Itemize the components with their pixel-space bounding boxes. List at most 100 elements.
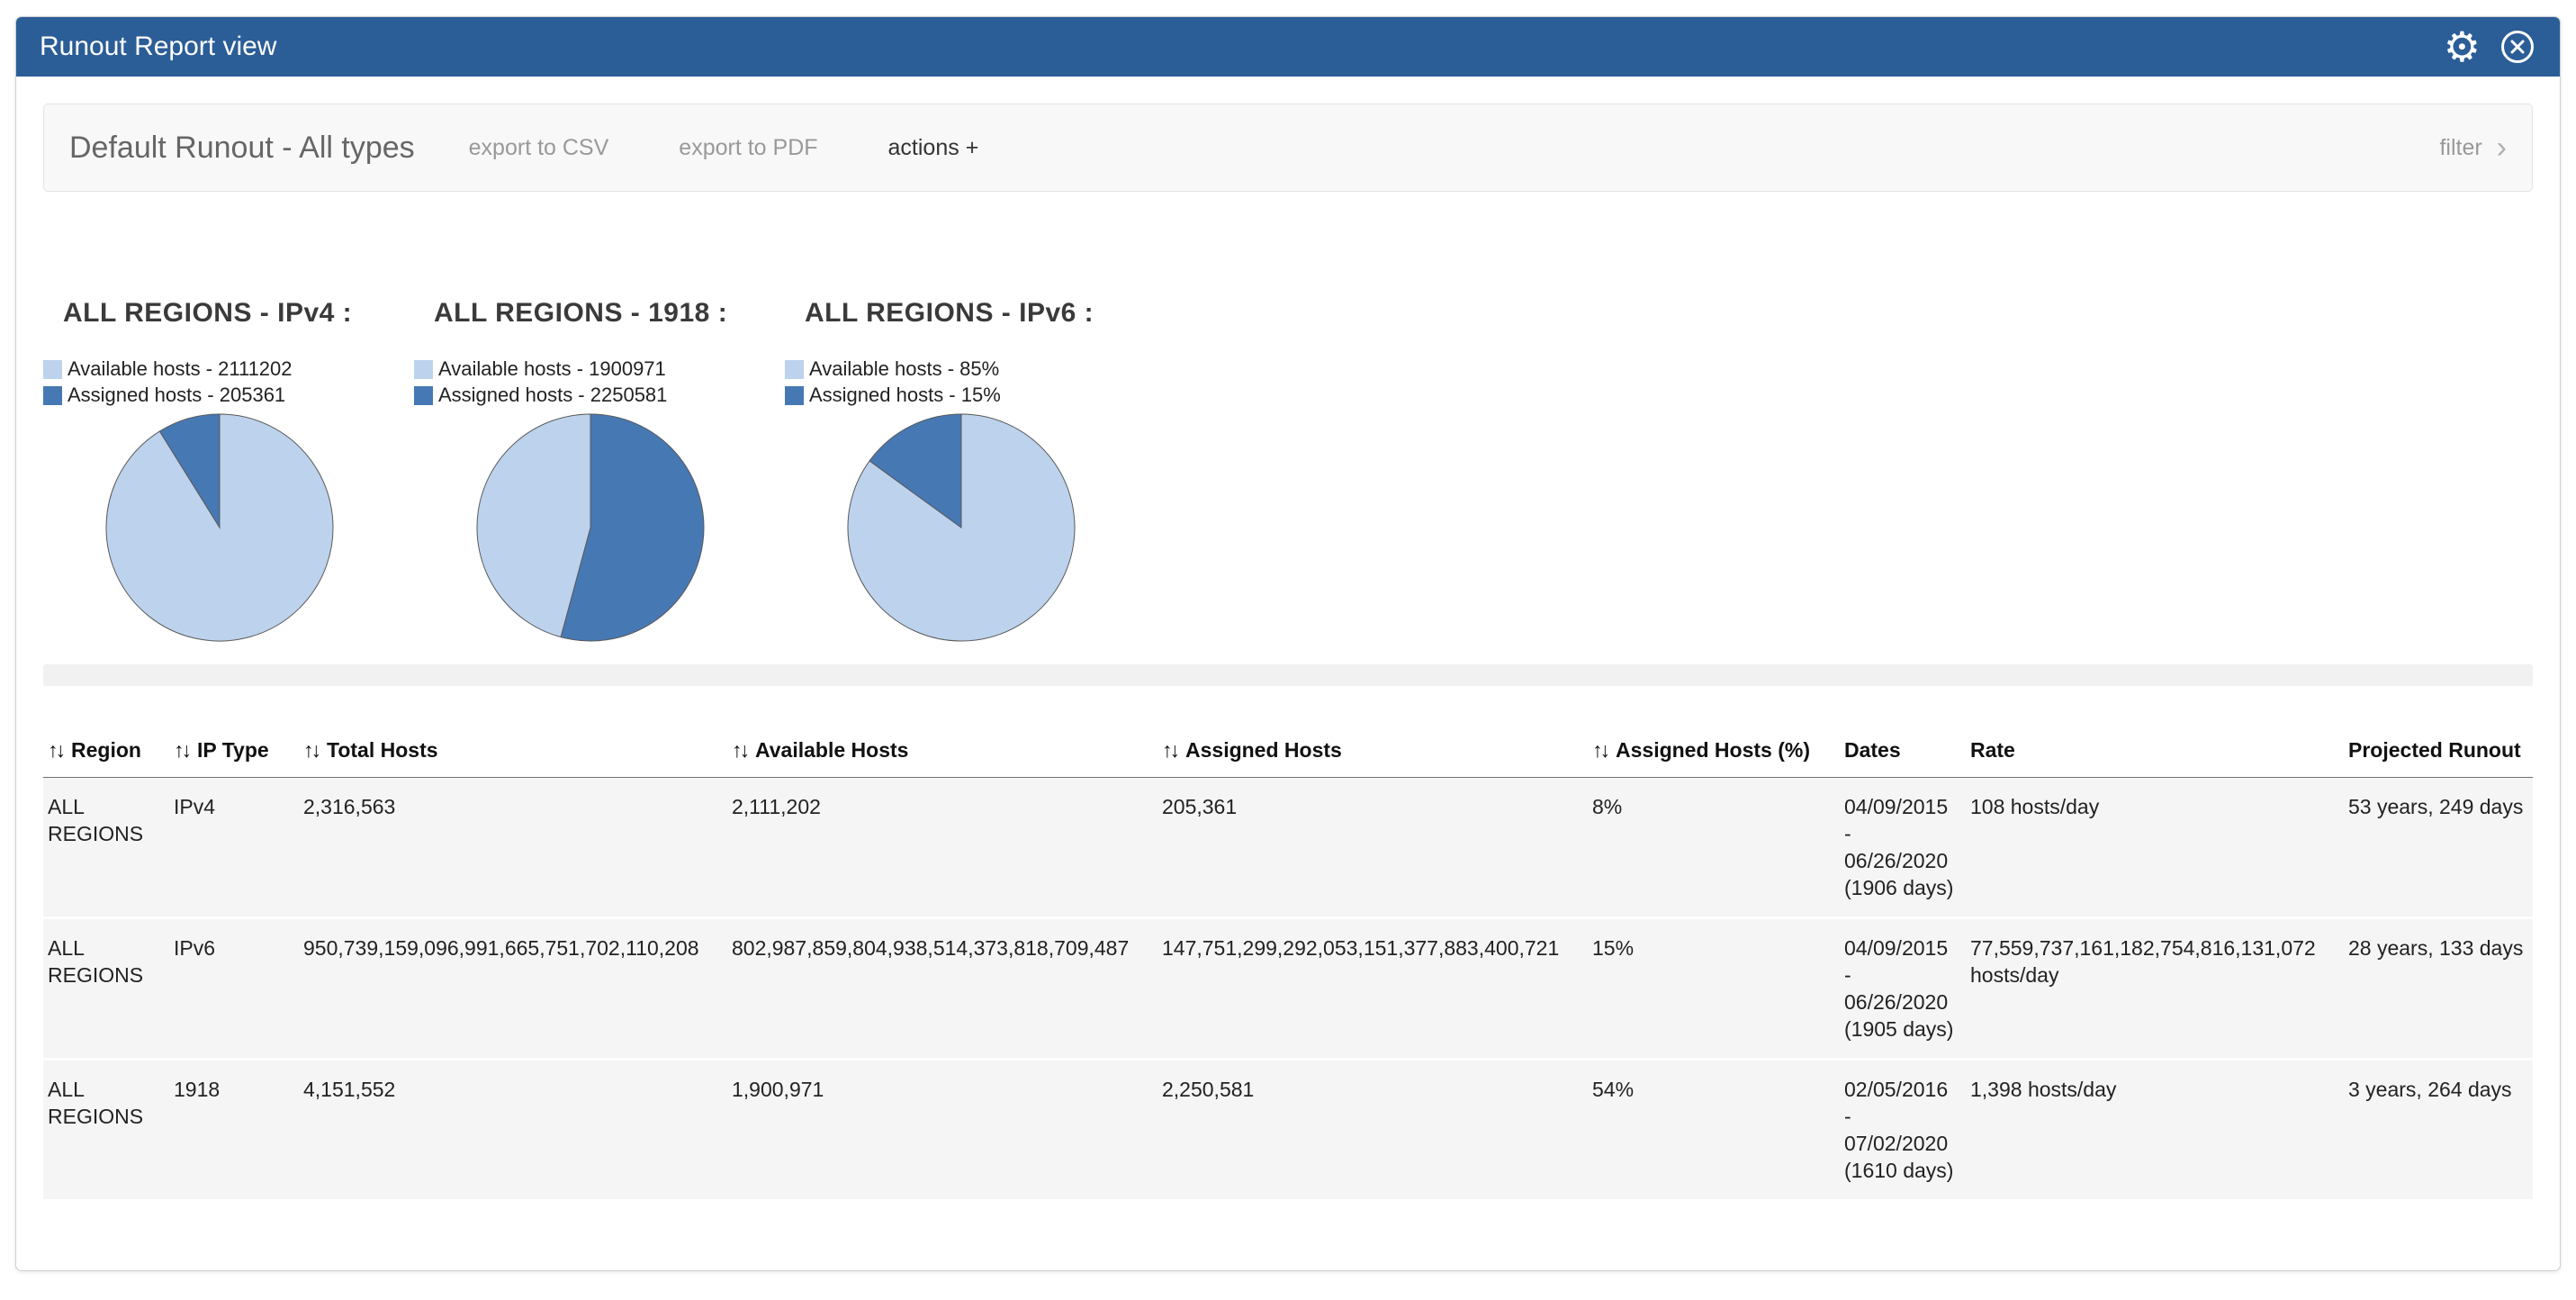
date-days: (1610 days) — [1844, 1157, 1957, 1184]
cell-assigned-pct: 15% — [1588, 918, 1840, 1060]
sort-icon[interactable]: ↑↓ — [48, 738, 63, 762]
filter-toggle[interactable]: filter › — [2439, 132, 2507, 163]
date-start: 04/09/2015 — [1844, 793, 1957, 820]
legend-item: Available hosts - 2111202 — [43, 357, 414, 381]
legend-label: Assigned hosts - 15% — [809, 384, 1001, 407]
legend-swatch-available — [414, 360, 433, 379]
cell-assigned-hosts: 2,250,581 — [1157, 1060, 1588, 1201]
date-days: (1906 days) — [1844, 874, 1957, 901]
sort-icon[interactable]: ↑↓ — [174, 738, 189, 762]
chart-title: ALL REGIONS - 1918 : — [434, 298, 785, 329]
cell-available-hosts: 802,987,859,804,938,514,373,818,709,487 — [727, 918, 1157, 1060]
filter-label: filter — [2439, 135, 2481, 161]
legend-item: Available hosts - 1900971 — [414, 357, 785, 381]
pie-chart-svg — [103, 411, 337, 645]
export-csv-link[interactable]: export to CSV — [469, 135, 609, 161]
col-header-label: Total Hosts — [327, 738, 438, 762]
col-header-dates: Dates — [1840, 738, 1966, 778]
chevron-right-icon: › — [2497, 132, 2507, 163]
cell-projected-runout: 28 years, 133 days — [2344, 918, 2533, 1060]
cell-assigned-pct: 8% — [1588, 778, 1840, 918]
date-end: 07/02/2020 — [1844, 1130, 1957, 1157]
window-title: Runout Report view — [40, 32, 276, 62]
chart-legend: Available hosts - 2111202 Assigned hosts … — [43, 357, 414, 407]
pie-chart — [844, 411, 1156, 645]
horizontal-scrollbar-track[interactable] — [43, 664, 2533, 686]
cell-ip-type: 1918 — [169, 1060, 299, 1201]
chart-legend: Available hosts - 1900971 Assigned hosts … — [414, 357, 785, 407]
runout-report-table: ↑↓ Region ↑↓ IP Type ↑↓ Total Hosts ↑↓ Availabl… — [43, 738, 2533, 1202]
col-header-label: Region — [71, 738, 141, 762]
page: Runout Report view ⚙ Default Runout - Al… — [0, 0, 2576, 1300]
pie-chart-block: ALL REGIONS - IPv4 : Available hosts - 21… — [43, 298, 414, 645]
date-start: 04/09/2015 — [1844, 934, 1957, 961]
cell-region: ALL REGIONS — [43, 778, 169, 918]
legend-swatch-assigned — [785, 386, 804, 405]
sort-icon[interactable]: ↑↓ — [1592, 738, 1608, 762]
col-header-available-hosts[interactable]: ↑↓ Available Hosts — [727, 738, 1157, 778]
table-header-row: ↑↓ Region ↑↓ IP Type ↑↓ Total Hosts ↑↓ Availabl… — [43, 738, 2533, 778]
cell-total-hosts: 4,151,552 — [299, 1060, 727, 1201]
col-header-label: Assigned Hosts — [1185, 738, 1342, 762]
table-row: ALL REGIONSIPv6950,739,159,096,991,665,7… — [43, 918, 2533, 1060]
col-header-label: Available Hosts — [755, 738, 908, 762]
col-header-rate: Rate — [1966, 738, 2344, 778]
col-header-region[interactable]: ↑↓ Region — [43, 738, 169, 778]
legend-swatch-available — [43, 360, 62, 379]
sort-icon[interactable]: ↑↓ — [732, 738, 747, 762]
actions-menu-button[interactable]: actions + — [888, 135, 979, 161]
legend-swatch-available — [785, 360, 804, 379]
col-header-label: Projected Runout — [2348, 738, 2521, 762]
pie-chart-block: ALL REGIONS - IPv6 : Available hosts - 85… — [785, 298, 1156, 645]
col-header-total-hosts[interactable]: ↑↓ Total Hosts — [299, 738, 727, 778]
cell-dates: 04/09/2015-06/26/2020(1906 days) — [1840, 778, 1966, 918]
charts-row: ALL REGIONS - IPv4 : Available hosts - 21… — [43, 298, 2533, 645]
pie-chart-svg — [473, 411, 707, 645]
col-header-projected-runout: Projected Runout — [2344, 738, 2533, 778]
col-header-label: IP Type — [197, 738, 269, 762]
pie-chart-svg — [844, 411, 1078, 645]
toolbar: Default Runout - All types export to CSV… — [43, 104, 2533, 192]
date-separator: - — [1844, 961, 1957, 989]
col-header-assigned-hosts[interactable]: ↑↓ Assigned Hosts — [1157, 738, 1588, 778]
titlebar: Runout Report view ⚙ — [16, 17, 2560, 77]
cell-region: ALL REGIONS — [43, 918, 169, 1060]
table-row: ALL REGIONS19184,151,5521,900,9712,250,5… — [43, 1060, 2533, 1201]
chart-title: ALL REGIONS - IPv6 : — [805, 298, 1156, 329]
runout-report-window: Runout Report view ⚙ Default Runout - Al… — [15, 16, 2561, 1271]
legend-item: Assigned hosts - 15% — [785, 384, 1156, 407]
col-header-ip-type[interactable]: ↑↓ IP Type — [169, 738, 299, 778]
date-separator: - — [1844, 820, 1957, 847]
sort-icon[interactable]: ↑↓ — [1162, 738, 1177, 762]
cell-ip-type: IPv6 — [169, 918, 299, 1060]
pie-chart-block: ALL REGIONS - 1918 : Available hosts - 19… — [414, 298, 785, 645]
date-separator: - — [1844, 1103, 1957, 1130]
col-header-label: Dates — [1844, 738, 1901, 762]
legend-label: Available hosts - 1900971 — [438, 357, 666, 381]
cell-rate: 108 hosts/day — [1966, 778, 2344, 918]
cell-region: ALL REGIONS — [43, 1060, 169, 1201]
chart-legend: Available hosts - 85% Assigned hosts - 15… — [785, 357, 1156, 407]
legend-swatch-assigned — [414, 386, 433, 405]
col-header-label: Assigned Hosts (%) — [1616, 738, 1810, 762]
date-end: 06/26/2020 — [1844, 989, 1957, 1016]
col-header-assigned-hosts[interactable]: ↑↓ Assigned Hosts (%) — [1588, 738, 1840, 778]
cell-available-hosts: 1,900,971 — [727, 1060, 1157, 1201]
settings-gear-icon[interactable]: ⚙ — [2444, 26, 2481, 68]
legend-item: Assigned hosts - 205361 — [43, 384, 414, 407]
legend-item: Assigned hosts - 2250581 — [414, 384, 785, 407]
date-days: (1905 days) — [1844, 1016, 1957, 1043]
cell-available-hosts: 2,111,202 — [727, 778, 1157, 918]
table-row: ALL REGIONSIPv42,316,5632,111,202205,361… — [43, 778, 2533, 918]
legend-label: Assigned hosts - 205361 — [68, 384, 285, 407]
legend-item: Available hosts - 85% — [785, 357, 1156, 381]
legend-label: Available hosts - 85% — [809, 357, 999, 381]
legend-label: Assigned hosts - 2250581 — [438, 384, 667, 407]
export-pdf-link[interactable]: export to PDF — [679, 135, 817, 161]
cell-dates: 04/09/2015-06/26/2020(1905 days) — [1840, 918, 1966, 1060]
cell-rate: 77,559,737,161,182,754,816,131,072 hosts… — [1966, 918, 2344, 1060]
close-icon[interactable] — [2499, 28, 2536, 66]
window-content: Default Runout - All types export to CSV… — [16, 77, 2560, 1202]
sort-icon[interactable]: ↑↓ — [303, 738, 319, 762]
chart-title: ALL REGIONS - IPv4 : — [63, 298, 414, 329]
